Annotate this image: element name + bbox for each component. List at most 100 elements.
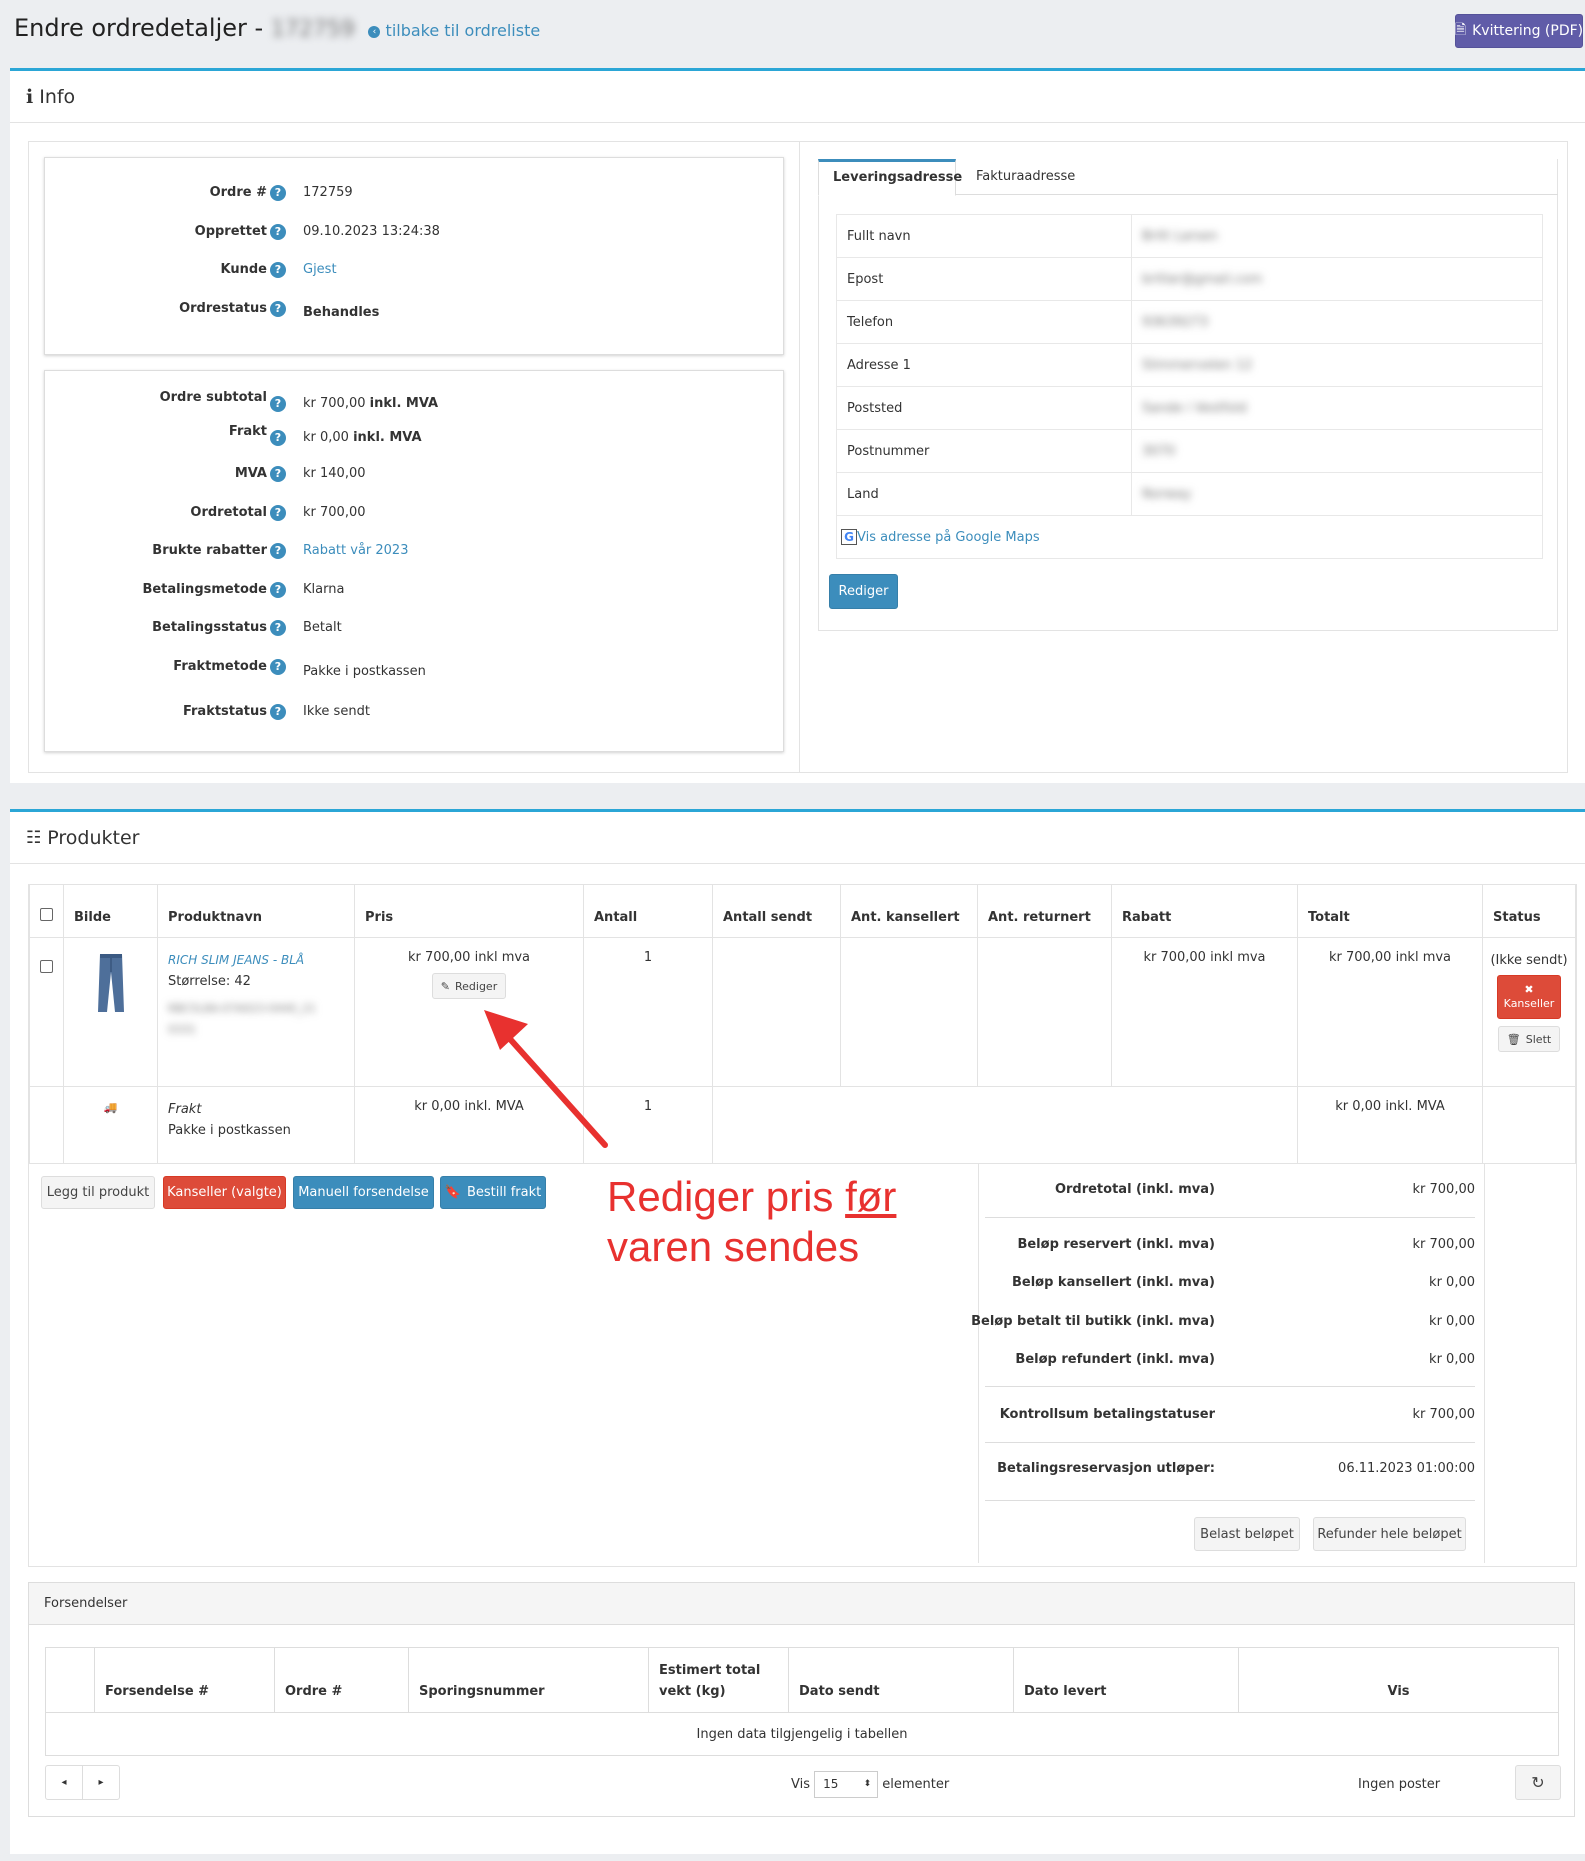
summary-label: Beløp kansellert (inkl. mva) — [1011, 1275, 1215, 1290]
add-product-button[interactable]: Legg til produkt — [41, 1176, 155, 1209]
shipments-col-view: Vis — [1238, 1647, 1559, 1713]
refresh-icon[interactable]: ↻ — [1515, 1765, 1561, 1800]
shipping-suffix: inkl. MVA — [353, 430, 422, 445]
product-status-cell: (Ikke sendt) ✖ Kanseller 🗑 Slett — [1482, 937, 1576, 1087]
products-section-title: Produkter — [47, 826, 140, 849]
customer-label: Kunde — [220, 262, 267, 277]
order-status-value: Behandles — [303, 305, 380, 320]
col-qty-cancelled: Ant. kansellert — [840, 884, 978, 938]
customer-link[interactable]: Gjest — [303, 262, 337, 277]
product-name-link[interactable]: RICH SLIM JEANS - BLÅ — [168, 950, 344, 971]
help-icon[interactable]: ? — [270, 582, 286, 598]
shipping-empty-cell — [712, 1086, 1298, 1164]
page-title: Endre ordredetaljer - 172759 ‹ tilbake t… — [14, 14, 540, 42]
payment-status-value: Betalt — [303, 620, 342, 635]
col-qty-sent: Antall sendt — [712, 884, 841, 938]
charge-amount-button[interactable]: Belast beløpet — [1194, 1517, 1300, 1551]
page-size-value: 15 — [823, 1777, 839, 1791]
vat-value: kr 140,00 — [303, 466, 366, 481]
next-page-icon[interactable]: ▸ — [83, 1766, 119, 1799]
back-link-label: tilbake til ordreliste — [385, 21, 541, 40]
help-icon[interactable]: ? — [270, 505, 286, 521]
select-all-checkbox[interactable] — [40, 908, 53, 921]
address-row: Adresse 1 Slimmervelen 12 — [836, 343, 1543, 387]
help-icon[interactable]: ? — [270, 185, 286, 201]
order-totals-card: Ordre subtotal? kr 700,00 inkl. MVA Frakt… — [44, 370, 784, 752]
shipments-col-number: Forsendelse # — [94, 1647, 275, 1713]
google-maps-link[interactable]: G Vis adresse på Google Maps — [841, 529, 1040, 545]
jeans-thumbnail — [97, 954, 124, 1012]
list-icon: ☷ — [26, 827, 42, 848]
help-icon[interactable]: ? — [270, 704, 286, 720]
address-label: Fullt navn — [836, 214, 1132, 258]
help-icon[interactable]: ? — [270, 466, 286, 482]
col-qty: Antall — [583, 884, 713, 938]
page-size-control: Vis 15 ⬍ elementer — [791, 1771, 949, 1798]
bookmark-icon: 🔖 — [444, 1185, 461, 1200]
help-icon[interactable]: ? — [270, 224, 286, 240]
product-name-cell: RICH SLIM JEANS - BLÅ Størrelse: 42 RBC5… — [157, 937, 355, 1087]
summary-label: Betalingsreservasjon utløper: — [997, 1461, 1215, 1476]
address-row: Postnummer 3070 — [836, 429, 1543, 473]
address-label: Poststed — [836, 386, 1132, 430]
info-divider — [799, 142, 800, 772]
address-label: Adresse 1 — [836, 343, 1132, 387]
edit-price-label: Rediger — [454, 979, 498, 993]
help-icon[interactable]: ? — [270, 396, 286, 412]
cancel-selected-button[interactable]: Kanseller (valgte) — [163, 1176, 286, 1209]
shipping-value: kr 0,00 — [303, 430, 349, 445]
tab-billing-address[interactable]: Fakturaadresse — [962, 159, 1089, 196]
summary-divider-line — [985, 1500, 1475, 1501]
shipments-col-expand — [45, 1647, 95, 1713]
delete-item-button[interactable]: 🗑 Slett — [1497, 1026, 1561, 1052]
shipments-empty-row: Ingen data tilgjengelig i tabellen — [45, 1712, 1559, 1756]
address-label: Land — [836, 472, 1132, 516]
page-size-select[interactable]: 15 ⬍ — [814, 1771, 879, 1798]
receipt-pdf-button[interactable]: 🗎 Kvittering (PDF) — [1455, 14, 1583, 48]
tab-delivery-address[interactable]: Leveringsadresse — [818, 159, 962, 196]
truck-icon: 🚚 — [103, 1101, 118, 1114]
back-to-orders-link[interactable]: ‹ tilbake til ordreliste — [368, 21, 540, 40]
shipments-header-row: Forsendelse # Ordre # Sporingsnummer Est… — [45, 1647, 1559, 1713]
summary-label: Kontrollsum betalingstatuser — [999, 1407, 1215, 1422]
row-checkbox[interactable] — [40, 960, 53, 973]
summary-label: Beløp reservert (inkl. mva) — [1017, 1237, 1215, 1252]
shipping-method-value: Pakke i postkassen — [303, 664, 426, 679]
shipments-col-weight: Estimert total vekt (kg) — [648, 1647, 789, 1713]
edit-price-button[interactable]: ✎ Rediger — [431, 973, 507, 999]
maps-row: G Vis adresse på Google Maps — [836, 515, 1543, 559]
cancel-item-button[interactable]: ✖ Kanseller — [1497, 975, 1561, 1019]
show-label: Vis — [791, 1777, 810, 1792]
annotation-text: Rediger pris før varen sendes — [607, 1172, 896, 1272]
shipments-box: Forsendelser Forsendelse # Ordre # Spori… — [28, 1582, 1575, 1817]
col-image: Bilde — [63, 884, 158, 938]
pencil-icon: ✎ — [440, 979, 450, 993]
help-icon[interactable]: ? — [270, 430, 286, 446]
annotation-line2: varen sendes — [607, 1223, 860, 1270]
address-label: Epost — [836, 257, 1132, 301]
help-icon[interactable]: ? — [270, 262, 286, 278]
help-icon[interactable]: ? — [270, 620, 286, 636]
refund-all-button[interactable]: Refunder hele beløpet — [1313, 1517, 1466, 1551]
payment-method-label: Betalingsmetode — [142, 582, 267, 597]
order-shipping-button[interactable]: 🔖 Bestill frakt — [440, 1176, 546, 1209]
help-icon[interactable]: ? — [270, 543, 286, 559]
order-id-blurred: 172759 — [270, 17, 355, 42]
col-product-name: Produktnavn — [157, 884, 355, 938]
summary-value: 06.11.2023 01:00:00 — [1338, 1461, 1475, 1476]
shipments-empty-message: Ingen data tilgjengelig i tabellen — [45, 1712, 1559, 1756]
discount-link[interactable]: Rabatt vår 2023 — [303, 543, 408, 558]
product-status: (Ikke sendt) — [1490, 953, 1568, 968]
trash-icon: 🗑 — [1506, 1032, 1521, 1046]
summary-divider-line — [985, 1217, 1475, 1218]
manual-shipment-button[interactable]: Manuell forsendelse — [293, 1176, 434, 1209]
order-number-value: 172759 — [303, 185, 353, 200]
edit-address-button[interactable]: Rediger — [829, 574, 898, 609]
help-icon[interactable]: ? — [270, 301, 286, 317]
help-icon[interactable]: ? — [270, 659, 286, 675]
subtotal-value: kr 700,00 — [303, 396, 366, 411]
annotation-arrow — [484, 1010, 608, 1148]
updown-icon: ⬍ — [863, 1779, 872, 1789]
prev-page-icon[interactable]: ◂ — [46, 1766, 83, 1799]
address-value: britlar@gmail.com — [1131, 257, 1543, 301]
